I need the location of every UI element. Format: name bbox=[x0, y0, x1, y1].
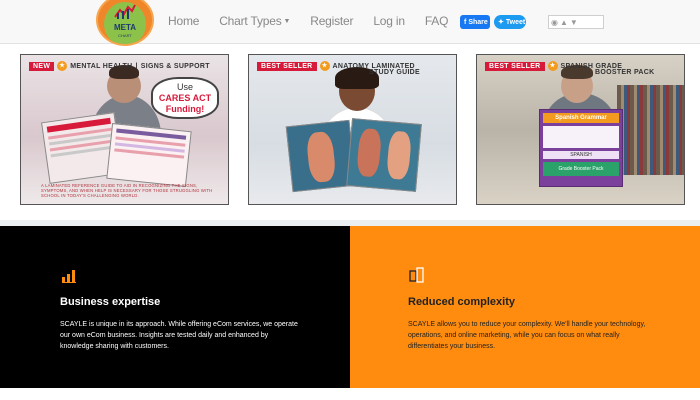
chevron-down-icon: ▼ bbox=[283, 18, 291, 26]
card-subtitle: SIGNS & SUPPORT bbox=[140, 62, 210, 70]
bookshelf-image bbox=[617, 85, 684, 175]
facebook-icon: f bbox=[464, 18, 467, 26]
reddit-icon: ◉ bbox=[551, 17, 558, 27]
facebook-share-label: Share bbox=[468, 18, 488, 26]
card-title: MENTAL HEALTH bbox=[70, 62, 133, 70]
guide-sheet-right bbox=[106, 122, 192, 188]
site-logo[interactable]: META CHART bbox=[96, 0, 154, 46]
logo-chart-icon bbox=[114, 4, 136, 19]
vote-widget[interactable]: ◉ ▲ ▼ bbox=[548, 15, 604, 29]
product-card-mental-health[interactable]: NEW ★ MENTAL HEALTH | SIGNS & SUPPORT Us… bbox=[20, 54, 229, 205]
feature-reduced-complexity: Reduced complexity SCAYLE allows you to … bbox=[350, 226, 700, 388]
nav-home[interactable]: Home bbox=[168, 14, 199, 28]
bubble-line3: Funding! bbox=[165, 104, 205, 114]
layers-icon bbox=[409, 267, 424, 283]
nav-login[interactable]: Log in bbox=[373, 14, 405, 28]
star-icon: ★ bbox=[57, 61, 68, 71]
card-description: A LAMINATED REFERENCE GUIDE TO AID IN RE… bbox=[41, 183, 213, 198]
guide-label-3: Grade Booster Pack bbox=[543, 162, 619, 176]
feature-body: SCAYLE allows you to reduce your complex… bbox=[408, 321, 646, 350]
best-seller-tag: BEST SELLER bbox=[257, 61, 317, 71]
feature-business-expertise: Business expertise SCAYLE is unique in i… bbox=[0, 226, 350, 388]
card-subtitle: BOOSTER PACK bbox=[595, 69, 655, 76]
bubble-line1: Use bbox=[176, 82, 193, 92]
nav-faq[interactable]: FAQ bbox=[425, 14, 449, 28]
tweet-button[interactable]: ✦ Tweet bbox=[494, 15, 526, 29]
facebook-share-button[interactable]: f Share bbox=[460, 15, 490, 29]
nav-chart-types[interactable]: Chart Types ▼ bbox=[219, 14, 290, 28]
guide-label-2: SPANISH bbox=[543, 151, 619, 159]
twitter-icon: ✦ bbox=[498, 19, 504, 26]
product-card-spanish[interactable]: Spanish Grammar SPANISH Grade Booster Pa… bbox=[476, 54, 685, 205]
page-bottom bbox=[0, 388, 700, 400]
guide-label-1: Spanish Grammar bbox=[543, 113, 619, 123]
new-tag: NEW bbox=[29, 61, 55, 71]
cares-act-bubble: Use CARES ACT Funding! bbox=[151, 77, 219, 119]
feature-title: Business expertise bbox=[60, 296, 161, 308]
product-card-anatomy[interactable]: BEST SELLER ★ ANATOMY LAMINATED STUDY GU… bbox=[248, 54, 457, 205]
feature-body: SCAYLE is unique in its approach. While … bbox=[60, 321, 298, 350]
feature-title: Reduced complexity bbox=[408, 296, 515, 308]
nav-links: Home Chart Types ▼ Register Log in FAQ bbox=[168, 14, 468, 28]
downvote-icon[interactable]: ▼ bbox=[570, 18, 578, 27]
separator: | bbox=[135, 62, 138, 70]
anatomy-guide-right bbox=[346, 118, 422, 192]
bubble-line2: CARES ACT bbox=[158, 93, 212, 103]
card-banner: NEW ★ MENTAL HEALTH | SIGNS & SUPPORT bbox=[29, 59, 210, 73]
card-subtitle: STUDY GUIDE bbox=[369, 69, 421, 76]
spanish-guide: Spanish Grammar SPANISH Grade Booster Pa… bbox=[539, 109, 623, 187]
top-navbar: META CHART Home Chart Types ▼ Register Lo… bbox=[0, 0, 700, 46]
tweet-label: Tweet bbox=[505, 18, 526, 26]
nav-chart-types-label: Chart Types bbox=[219, 14, 282, 28]
bar-chart-icon bbox=[62, 270, 76, 283]
logo-subtext: CHART bbox=[118, 33, 132, 38]
nav-register[interactable]: Register bbox=[310, 14, 353, 28]
upvote-icon[interactable]: ▲ bbox=[560, 18, 568, 27]
logo-text: META bbox=[113, 23, 137, 32]
star-icon: ★ bbox=[319, 61, 330, 71]
star-icon: ★ bbox=[547, 61, 558, 71]
best-seller-tag: BEST SELLER bbox=[485, 61, 545, 71]
